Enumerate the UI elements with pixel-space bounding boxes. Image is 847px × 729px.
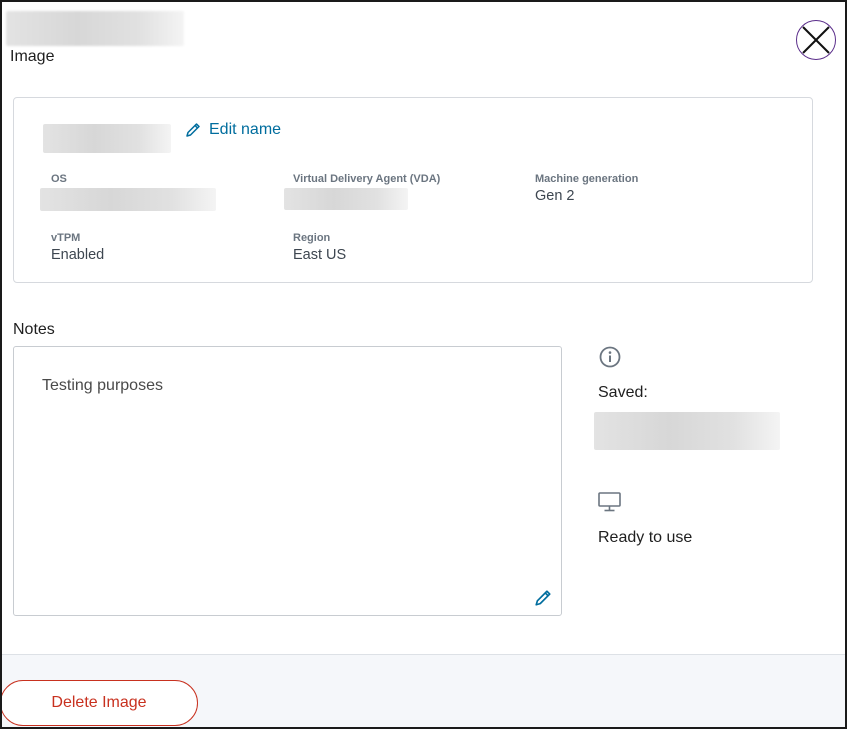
saved-value-redacted (594, 412, 780, 450)
close-button[interactable] (796, 20, 836, 60)
notes-textarea[interactable]: Testing purposes (13, 346, 562, 616)
info-icon (599, 346, 621, 368)
notes-text: Testing purposes (42, 377, 163, 394)
region-field: Region East US (293, 232, 346, 263)
vtpm-field: vTPM Enabled (51, 232, 104, 263)
vda-value-redacted (284, 188, 408, 210)
delete-image-button[interactable]: Delete Image (2, 680, 198, 726)
notes-label: Notes (13, 321, 55, 338)
image-info-card: Edit name OS Virtual Delivery Agent (VDA… (13, 97, 813, 283)
edit-name-link[interactable]: Edit name (185, 121, 281, 139)
machine-generation-value: Gen 2 (535, 188, 575, 204)
region-label: Region (293, 232, 331, 244)
monitor-icon (598, 492, 621, 512)
close-icon (802, 26, 830, 54)
vda-field: Virtual Delivery Agent (VDA) (293, 173, 440, 185)
pencil-icon[interactable] (534, 589, 552, 607)
ready-status-text: Ready to use (598, 529, 693, 546)
machine-generation-field: Machine generation Gen 2 (535, 173, 638, 204)
edit-name-label: Edit name (209, 121, 282, 138)
machine-generation-label: Machine generation (535, 173, 639, 185)
image-name-redacted (43, 124, 171, 153)
image-details-panel: Image Edit name OS Virtual Delivery Agen… (0, 0, 847, 729)
os-label: OS (51, 173, 67, 185)
pencil-icon (186, 123, 200, 137)
vda-label: Virtual Delivery Agent (VDA) (293, 173, 441, 185)
saved-label: Saved: (598, 384, 648, 401)
region-value: East US (293, 247, 347, 263)
panel-subtitle: Image (10, 48, 55, 65)
image-title-redacted (6, 11, 184, 46)
panel-footer: Delete Image (2, 654, 845, 727)
vtpm-label: vTPM (51, 232, 81, 244)
os-value-redacted (40, 188, 216, 211)
os-field: OS (51, 173, 67, 185)
vtpm-value: Enabled (51, 247, 105, 263)
